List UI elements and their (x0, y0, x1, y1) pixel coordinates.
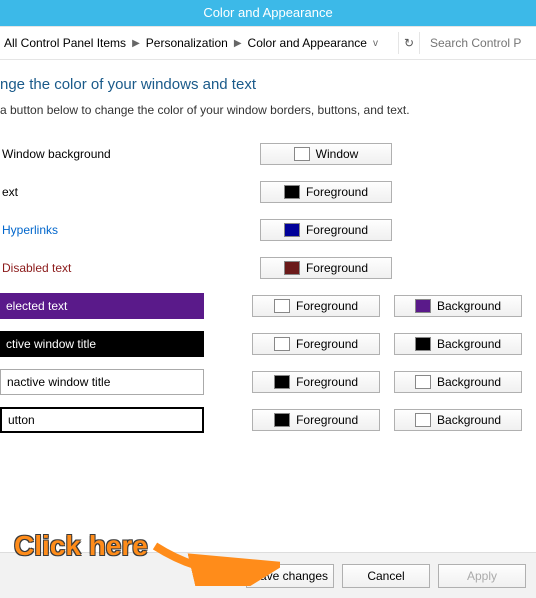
row-label: Window background (0, 141, 210, 167)
color-row: Window background Window (0, 141, 536, 167)
cancel-button[interactable]: Cancel (342, 564, 430, 588)
color-swatch (284, 261, 300, 275)
color-swatch (415, 413, 431, 427)
color-picker-button[interactable]: Foreground (252, 371, 380, 393)
color-button-label: Foreground (306, 223, 368, 237)
save-changes-button[interactable]: Save changes (246, 564, 334, 588)
color-button-label: Background (437, 375, 501, 389)
color-row: ctive window title Foreground Background (0, 331, 536, 357)
content-area: nge the color of your windows and text a… (0, 60, 536, 433)
color-row: Hyperlinks Foreground (0, 217, 536, 243)
page-subheading: a button below to change the color of yo… (0, 103, 536, 117)
color-swatch (274, 337, 290, 351)
color-row: nactive window title Foreground Background (0, 369, 536, 395)
window-titlebar: Color and Appearance (0, 0, 536, 26)
color-picker-button[interactable]: Foreground (260, 219, 392, 241)
color-picker-button[interactable]: Foreground (252, 333, 380, 355)
row-label: Hyperlinks (0, 217, 210, 243)
color-picker-button[interactable]: Foreground (260, 257, 392, 279)
chevron-right-icon: ▶ (234, 38, 242, 49)
refresh-button[interactable]: ↻ (398, 32, 420, 54)
breadcrumb-item[interactable]: Color and Appearance (248, 36, 367, 50)
color-swatch (274, 299, 290, 313)
breadcrumb-item[interactable]: All Control Panel Items (4, 36, 126, 50)
color-swatch (294, 147, 310, 161)
color-row: utton Foreground Background (0, 407, 536, 433)
color-button-label: Foreground (296, 375, 358, 389)
color-picker-button[interactable]: Foreground (252, 295, 380, 317)
color-picker-button[interactable]: Background (394, 409, 522, 431)
color-row: elected text Foreground Background (0, 293, 536, 319)
chevron-right-icon: ▶ (132, 38, 140, 49)
apply-button[interactable]: Apply (438, 564, 526, 588)
row-label: ctive window title (0, 331, 204, 357)
row-label: utton (0, 407, 204, 433)
color-row: ext Foreground (0, 179, 536, 205)
row-label: Disabled text (0, 255, 210, 281)
color-picker-button[interactable]: Foreground (260, 181, 392, 203)
color-swatch (274, 375, 290, 389)
color-button-label: Background (437, 337, 501, 351)
color-rows: Window backgroundWindowextForegroundHype… (0, 141, 536, 433)
color-button-label: Foreground (296, 299, 358, 313)
color-picker-button[interactable]: Window (260, 143, 392, 165)
breadcrumb[interactable]: All Control Panel Items ▶ Personalizatio… (4, 36, 392, 50)
row-label: nactive window title (0, 369, 204, 395)
color-row: Disabled text Foreground (0, 255, 536, 281)
color-swatch (415, 299, 431, 313)
refresh-icon: ↻ (404, 36, 414, 50)
color-button-label: Window (316, 147, 359, 161)
color-swatch (284, 185, 300, 199)
color-swatch (274, 413, 290, 427)
color-swatch (284, 223, 300, 237)
page-heading: nge the color of your windows and text (0, 76, 536, 93)
color-button-label: Background (437, 299, 501, 313)
row-label: elected text (0, 293, 204, 319)
color-swatch (415, 337, 431, 351)
color-button-label: Foreground (306, 261, 368, 275)
color-button-label: Foreground (296, 413, 358, 427)
color-picker-button[interactable]: Foreground (252, 409, 380, 431)
row-label: ext (0, 179, 210, 205)
color-picker-button[interactable]: Background (394, 295, 522, 317)
footer: Save changes Cancel Apply (0, 552, 536, 598)
color-button-label: Foreground (306, 185, 368, 199)
color-picker-button[interactable]: Background (394, 333, 522, 355)
breadcrumb-item[interactable]: Personalization (146, 36, 228, 50)
color-button-label: Background (437, 413, 501, 427)
toolbar: All Control Panel Items ▶ Personalizatio… (0, 26, 536, 60)
search-input[interactable] (426, 32, 532, 54)
chevron-down-icon[interactable]: v (367, 38, 384, 49)
window-title: Color and Appearance (203, 5, 332, 20)
color-button-label: Foreground (296, 337, 358, 351)
color-picker-button[interactable]: Background (394, 371, 522, 393)
color-swatch (415, 375, 431, 389)
